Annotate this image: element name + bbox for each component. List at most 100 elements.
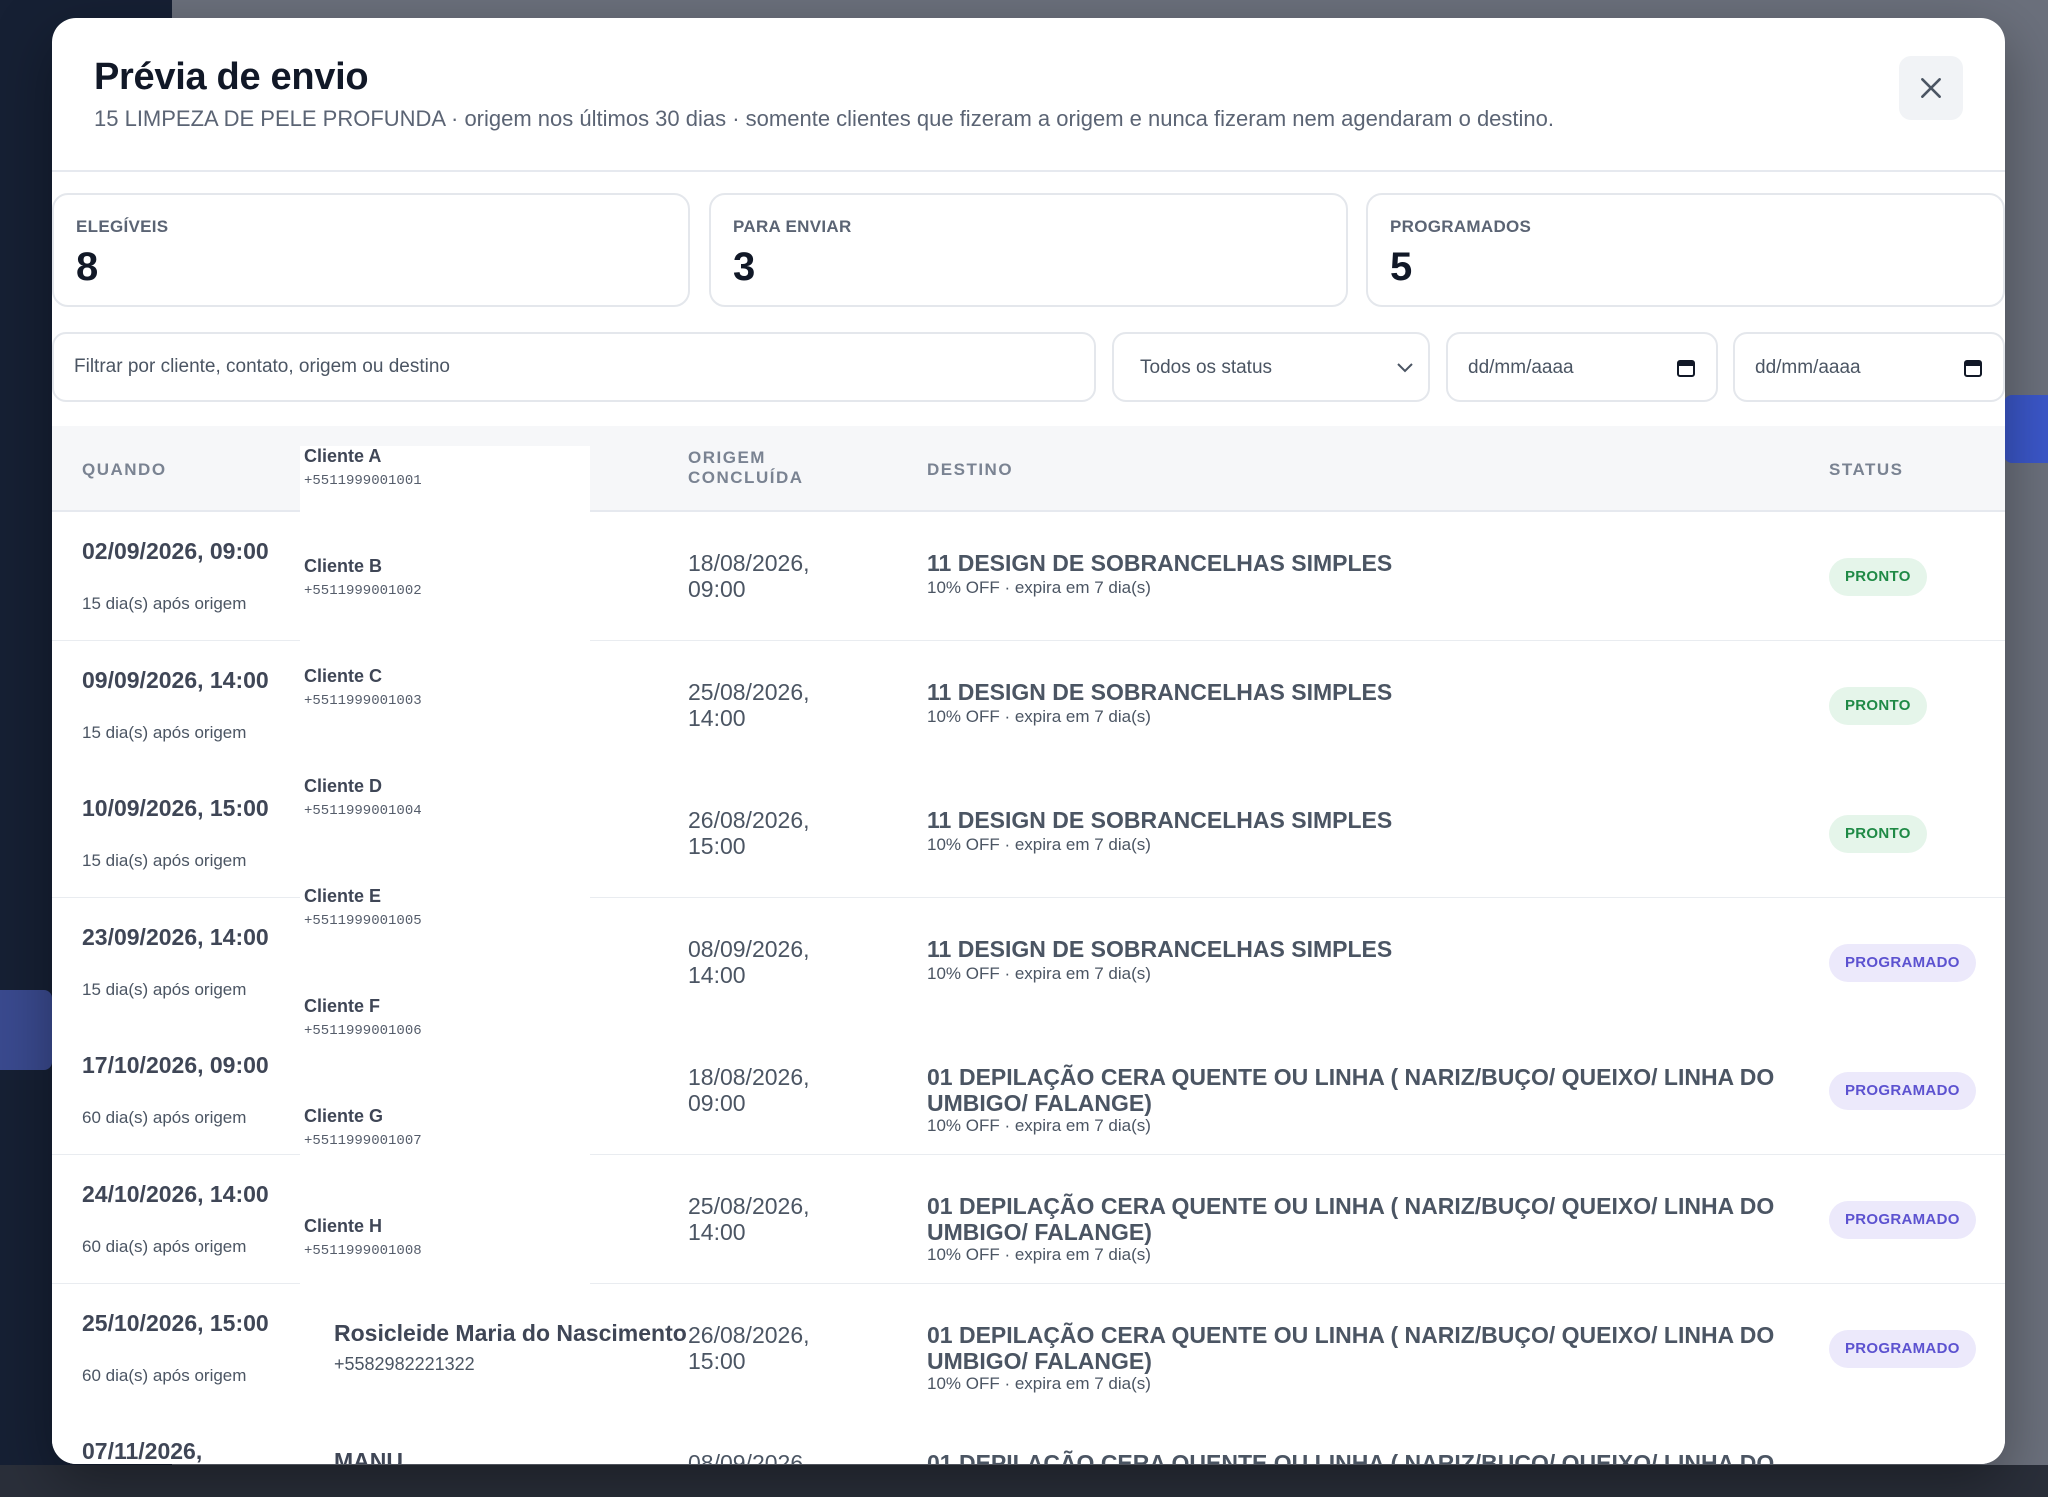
destination-offer: 10% OFF · expira em 7 dia(s) <box>927 706 1151 726</box>
background-sidebar-active-item <box>0 990 52 1070</box>
column-header-origin-line1: ORIGEM <box>688 448 766 467</box>
when-relative: 15 dia(s) após origem <box>82 594 247 613</box>
stat-card-eligible: ELEGÍVEIS 8 <box>52 193 690 307</box>
background-button <box>2004 395 2048 463</box>
client-name: MANU <box>334 1448 403 1464</box>
when-date: 09/09/2026, 14:00 <box>82 666 269 693</box>
origin-date: 25/08/2026, 14:00 <box>688 1193 810 1245</box>
overlay-client-name: Cliente G <box>304 1106 384 1126</box>
origin-date: 18/08/2026, 09:00 <box>688 550 810 602</box>
origin-date: 08/09/2026 <box>688 1450 804 1464</box>
when-date: 10/09/2026, 15:00 <box>82 795 269 822</box>
overlay-client: Cliente G +5511999001007 <box>304 1106 422 1149</box>
origin-date: 26/08/2026, 15:00 <box>688 807 810 860</box>
when-relative: 60 dia(s) após origem <box>82 1237 247 1256</box>
overlay-client: Cliente D +5511999001004 <box>304 776 422 819</box>
origin-date: 08/09/2026, 14:00 <box>688 935 810 988</box>
when-relative: 60 dia(s) após origem <box>82 1108 247 1128</box>
background-footer <box>0 1465 2048 1497</box>
preview-modal: Prévia de envio 15 LIMPEZA DE PELE PROFU… <box>52 18 2005 1464</box>
overlay-client: Cliente E +5511999001005 <box>304 886 422 929</box>
destination-name: 01 DEPILAÇÃO CERA QUENTE OU LINHA ( NARI… <box>927 1064 1775 1117</box>
overlay-client-phone: +5511999001008 <box>304 1243 422 1259</box>
stat-label: PARA ENVIAR <box>733 217 852 236</box>
when-date: 25/10/2026, 15:00 <box>82 1309 269 1336</box>
column-header-origin-line2: CONCLUÍDA <box>688 468 804 487</box>
overlay-client-phone: +5511999001004 <box>304 803 422 819</box>
overlay-client-name: Cliente B <box>304 556 383 576</box>
column-header-when: QUANDO <box>82 460 167 479</box>
destination-offer: 10% OFF · expira em 7 dia(s) <box>927 1373 1151 1393</box>
origin-date: 26/08/2026, 15:00 <box>688 1321 810 1374</box>
destination-name: 11 DESIGN DE SOBRANCELHAS SIMPLES <box>927 935 1393 962</box>
client-list-overlay: Cliente A +5511999001001 Cliente B +551199… <box>300 446 590 1304</box>
overlay-client: Cliente A +5511999001001 <box>304 446 422 489</box>
destination-name: 11 DESIGN DE SOBRANCELHAS SIMPLES <box>927 550 1393 576</box>
when-date: 24/10/2026, 14:00 <box>82 1181 269 1207</box>
overlay-client-phone: +5511999001001 <box>304 473 422 489</box>
when-relative: 60 dia(s) após origem <box>82 1365 247 1385</box>
status-badge: PRONTO <box>1829 815 1927 854</box>
overlay-client: Cliente H +5511999001008 <box>304 1216 422 1259</box>
origin-date: 18/08/2026, 09:00 <box>688 1064 810 1117</box>
overlay-client-name: Cliente A <box>304 446 382 466</box>
overlay-client-phone: +5511999001003 <box>304 693 422 709</box>
date-to-field[interactable]: dd/mm/aaaa <box>1733 332 2005 402</box>
overlay-client-phone: +5511999001007 <box>304 1133 422 1149</box>
destination-offer: 10% OFF · expira em 7 dia(s) <box>927 835 1151 855</box>
when-relative: 15 dia(s) após origem <box>82 851 247 871</box>
overlay-client: Cliente C +5511999001003 <box>304 666 422 709</box>
when-relative: 15 dia(s) após origem <box>82 722 247 742</box>
modal-title: Prévia de envio <box>94 56 369 98</box>
calendar-icon[interactable] <box>1963 358 1983 378</box>
overlay-client-name: Cliente H <box>304 1216 383 1236</box>
status-badge: PROGRAMADO <box>1829 1329 1976 1368</box>
destination-name: 11 DESIGN DE SOBRANCELHAS SIMPLES <box>927 807 1393 834</box>
destination-offer: 10% OFF · expira em 7 dia(s) <box>927 578 1151 597</box>
stat-card-scheduled: PROGRAMADOS 5 <box>1366 193 2005 307</box>
status-badge: PROGRAMADO <box>1829 943 1976 982</box>
status-select[interactable]: Todos os status <box>1112 332 1430 402</box>
modal-subtitle: 15 LIMPEZA DE PELE PROFUNDA · origem nos… <box>94 106 1554 131</box>
column-header-status: STATUS <box>1829 460 1904 479</box>
overlay-client: Cliente B +5511999001002 <box>304 556 422 599</box>
stat-value: 3 <box>733 245 756 289</box>
search-input[interactable] <box>52 332 1096 402</box>
overlay-client-phone: +5511999001006 <box>304 1023 422 1039</box>
destination-name: 01 DEPILAÇÃO CERA QUENTE OU LINHA ( NARI… <box>927 1193 1775 1245</box>
overlay-client-phone: +5511999001005 <box>304 913 422 929</box>
overlay-client-name: Cliente C <box>304 666 383 686</box>
date-to-value: dd/mm/aaaa <box>1755 357 1861 378</box>
client-phone: +5582982221322 <box>334 1353 475 1374</box>
destination-name: 01 DEPILAÇÃO CERA QUENTE OU LINHA ( NARI… <box>927 1321 1775 1374</box>
date-from-field[interactable]: dd/mm/aaaa <box>1446 332 1718 402</box>
calendar-icon[interactable] <box>1676 358 1696 378</box>
when-date: 07/11/2026, <box>82 1438 203 1464</box>
column-header-origin: ORIGEM CONCLUÍDA <box>688 448 804 488</box>
date-from-value: dd/mm/aaaa <box>1468 357 1574 378</box>
status-badge: PRONTO <box>1829 558 1927 596</box>
column-header-destination: DESTINO <box>927 460 1014 479</box>
stat-label: ELEGÍVEIS <box>76 217 169 236</box>
when-relative: 15 dia(s) após origem <box>82 979 247 999</box>
when-date: 17/10/2026, 09:00 <box>82 1052 269 1079</box>
stat-value: 8 <box>76 245 99 289</box>
client-name: Rosicleide Maria do Nascimento <box>334 1319 687 1346</box>
overlay-client-name: Cliente F <box>304 996 381 1016</box>
close-icon <box>1921 78 1941 98</box>
status-badge: PROGRAMADO <box>1829 1201 1976 1239</box>
destination-name: 11 DESIGN DE SOBRANCELHAS SIMPLES <box>927 678 1393 705</box>
status-badge: PROGRAMADO <box>1829 1072 1976 1111</box>
overlay-client: Cliente F +5511999001006 <box>304 996 422 1039</box>
status-select-value: Todos os status <box>1140 357 1273 378</box>
close-button[interactable] <box>1899 56 1963 120</box>
destination-name: 01 DEPILAÇÃO CERA QUENTE OU LINHA ( NARI… <box>927 1450 1775 1464</box>
overlay-client-name: Cliente D <box>304 776 383 796</box>
table-row[interactable]: 07/11/2026, MANU 08/09/2026 01 DEPILAÇÃO CE… <box>52 1412 2005 1464</box>
when-date: 02/09/2026, 09:00 <box>82 538 269 564</box>
stat-value: 5 <box>1390 245 1413 289</box>
status-badge: PRONTO <box>1829 686 1927 725</box>
origin-date: 25/08/2026, 14:00 <box>688 678 810 731</box>
destination-offer: 10% OFF · expira em 7 dia(s) <box>927 1116 1151 1136</box>
modal-header: Prévia de envio 15 LIMPEZA DE PELE PROFU… <box>52 18 2005 172</box>
